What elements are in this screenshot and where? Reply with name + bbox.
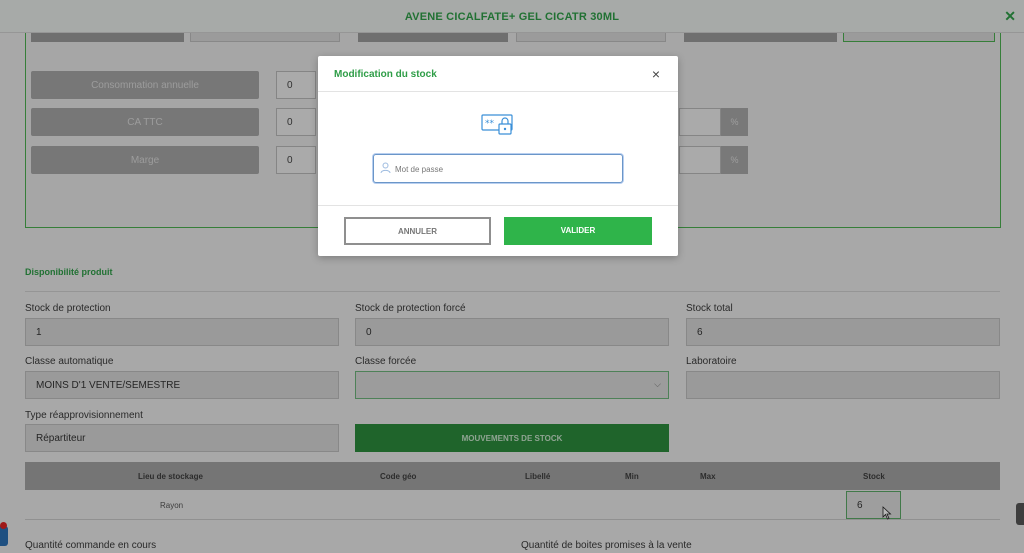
modal-footer-divider <box>318 205 678 206</box>
stock-modal: Modification du stock × ** ANNULER VALID… <box>318 56 678 256</box>
password-lock-icon: ** <box>481 114 513 135</box>
modal-title: Modification du stock <box>334 69 437 80</box>
modal-header: Modification du stock × <box>318 56 678 92</box>
password-input[interactable] <box>395 161 615 177</box>
user-icon <box>380 162 391 174</box>
close-icon[interactable]: × <box>652 66 660 82</box>
password-field[interactable] <box>373 154 623 183</box>
validate-button[interactable]: VALIDER <box>504 217 652 245</box>
svg-text:**: ** <box>485 119 495 129</box>
cancel-button[interactable]: ANNULER <box>344 217 491 245</box>
